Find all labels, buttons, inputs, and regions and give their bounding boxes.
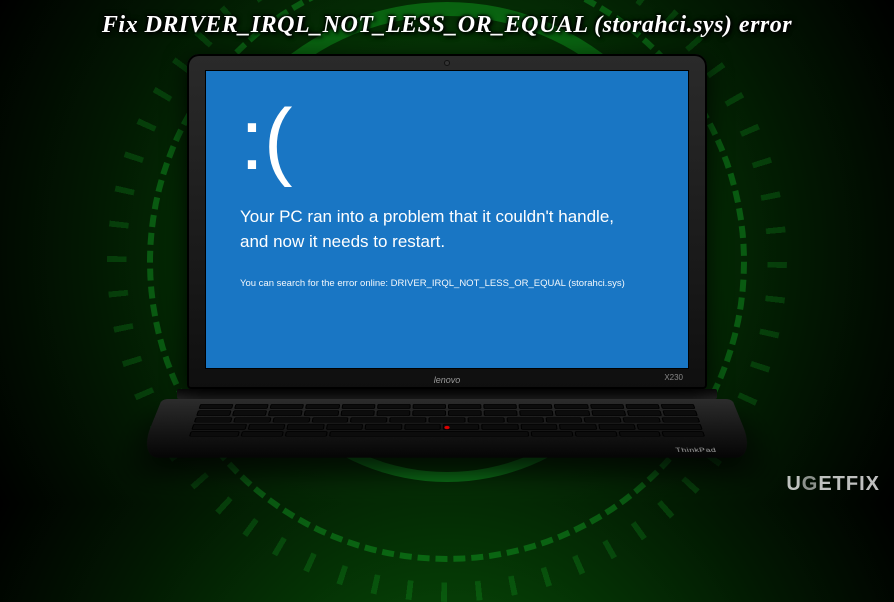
page-title: Fix DRIVER_IRQL_NOT_LESS_OR_EQUAL (stora… [0,12,894,39]
laptop-brand-label: lenovo [434,375,461,385]
bsod-main-message: Your PC ran into a problem that it could… [240,205,620,254]
trackpoint-icon [444,426,449,429]
laptop-deck: ThinkPad [138,399,756,458]
webcam-icon [444,60,450,66]
series-badge: ThinkPad [675,447,718,453]
laptop: :( Your PC ran into a problem that it co… [162,54,732,487]
watermark-mid: G [802,473,819,495]
bsod-detail-message: You can search for the error online: DRI… [240,278,654,289]
laptop-model-label: X230 [664,373,683,382]
watermark-prefix: U [786,473,801,495]
keyboard [189,404,705,437]
bsod-screen: :( Your PC ran into a problem that it co… [205,70,689,369]
watermark-suffix: ETFIX [818,473,880,495]
laptop-lid: :( Your PC ran into a problem that it co… [187,54,707,389]
sad-face-icon: :( [240,97,654,183]
watermark: UGETFIX [786,473,880,496]
laptop-hinge [177,389,717,399]
